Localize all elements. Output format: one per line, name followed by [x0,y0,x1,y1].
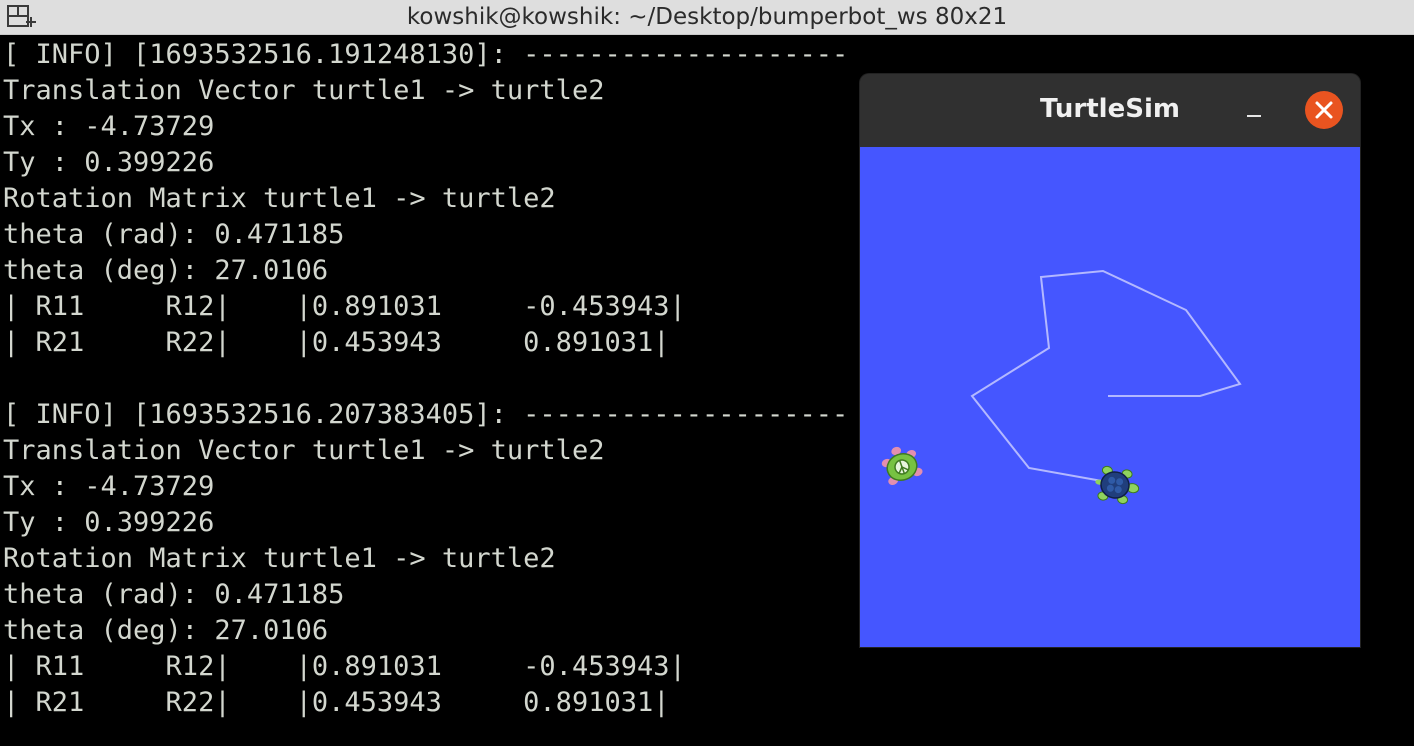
terminal-line: Translation Vector turtle1 -> turtle2 [3,435,605,466]
terminal-titlebar: kowshik@kowshik: ~/Desktop/bumperbot_ws … [0,0,1414,35]
terminal-line: | R21 R22| |0.453943 0.891031| [3,687,670,718]
close-button[interactable] [1305,91,1343,129]
terminal-line: Rotation Matrix turtle1 -> turtle2 [3,183,556,214]
terminal-line: Ty : 0.399226 [3,147,215,178]
turtle2-icon [1095,465,1140,505]
terminal-line: theta (rad): 0.471185 [3,219,345,250]
terminal-line: Tx : -4.73729 [3,111,215,142]
turtle1-icon [881,446,923,485]
turtlesim-title: TurtleSim [1040,94,1180,124]
terminal-line: [ INFO] [1693532516.191248130]: --------… [3,39,849,70]
turtle-pen-trail [970,269,1242,482]
turtlesim-window[interactable]: TurtleSim [860,74,1360,647]
turtlesim-drawing [881,269,1242,505]
terminal-line: Tx : -4.73729 [3,471,215,502]
terminal-line: | R11 R12| |0.891031 -0.453943| [3,291,686,322]
terminal-line: Rotation Matrix turtle1 -> turtle2 [3,543,556,574]
turtlesim-canvas [860,147,1360,647]
terminal-line: Ty : 0.399226 [3,507,215,538]
terminal-line: theta (deg): 27.0106 [3,255,329,286]
terminal-line: | R11 R12| |0.891031 -0.453943| [3,651,686,682]
minimize-icon[interactable] [1236,96,1272,132]
terminal-line: theta (rad): 0.471185 [3,579,345,610]
terminal-line: Translation Vector turtle1 -> turtle2 [3,75,605,106]
terminal-line: theta (deg): 27.0106 [3,615,329,646]
terminal-title: kowshik@kowshik: ~/Desktop/bumperbot_ws … [406,4,1008,30]
terminal-line: | R21 R22| |0.453943 0.891031| [3,327,670,358]
close-icon [1315,101,1333,119]
turtlesim-titlebar[interactable]: TurtleSim [860,74,1360,147]
terminal-line: [ INFO] [1693532516.207383405]: --------… [3,399,849,430]
